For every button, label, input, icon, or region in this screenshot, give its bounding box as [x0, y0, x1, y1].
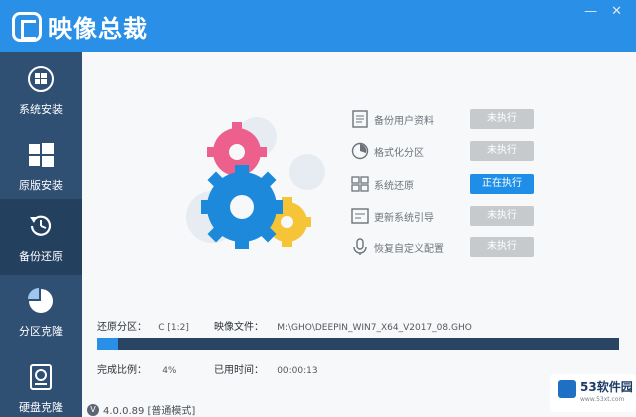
window-controls: — ✕ — [584, 4, 622, 19]
main-panel: 备份用户资料 未执行 格式化分区 未执行 系统还原 正在执行 更新系统引导 未执… — [82, 52, 636, 417]
sidebar-item-label: 原版安装 — [19, 179, 63, 192]
completion-ratio-label: 完成比例： — [97, 365, 147, 376]
task-label: 系统还原 — [374, 181, 414, 192]
app-logo: 映像总裁 — [12, 9, 148, 44]
image-file: 映像文件： M:\GHO\DEEPIN_WIN7_X64_V2017_08.GH… — [214, 318, 472, 333]
document-icon — [352, 110, 368, 128]
gears-illustration-icon — [186, 117, 325, 249]
sidebar-item-label: 备份还原 — [19, 250, 63, 263]
windows-grid-icon — [351, 176, 369, 192]
task-label: 备份用户资料 — [374, 116, 434, 127]
sidebar-item-partition-clone[interactable]: 分区克隆 — [0, 274, 82, 350]
image-file-label: 映像文件： — [214, 322, 264, 333]
app-logo-icon — [12, 11, 42, 42]
watermark-logo-icon — [558, 380, 576, 398]
image-file-value: M:\GHO\DEEPIN_WIN7_X64_V2017_08.GHO — [277, 323, 472, 333]
sidebar-item-label: 系统安装 — [19, 103, 63, 116]
boot-update-icon — [351, 208, 369, 224]
task-status-badge: 未执行 — [470, 237, 534, 257]
backup-restore-icon — [30, 215, 52, 236]
sidebar-item-system-install[interactable]: 系统安装 — [0, 52, 82, 128]
app-title: 映像总裁 — [48, 15, 148, 43]
restore-partition-value: C [1:2] — [158, 323, 189, 333]
restore-partition: 还原分区： C [1:2] — [97, 318, 189, 333]
sidebar-item-original-install[interactable]: 原版安装 — [0, 128, 82, 204]
format-disc-icon — [351, 142, 369, 160]
sidebar-item-label: 分区克隆 — [19, 325, 63, 338]
disk-clone-icon — [30, 364, 52, 390]
version-info: V 4.0.0.89 [普通模式] — [87, 402, 195, 417]
completion-ratio: 完成比例： 4% — [97, 361, 176, 376]
restore-partition-label: 还原分区： — [97, 322, 147, 333]
elapsed-time-value: 00:00:13 — [277, 366, 318, 376]
config-icon — [353, 238, 367, 255]
version-badge-icon: V — [87, 403, 99, 416]
pie-chart-icon — [28, 288, 53, 313]
completion-ratio-value: 4% — [162, 366, 177, 376]
elapsed-time: 已用时间： 00:00:13 — [214, 361, 318, 376]
task-label: 更新系统引导 — [374, 213, 434, 224]
task-status-badge: 未执行 — [470, 109, 534, 129]
elapsed-time-label: 已用时间： — [214, 365, 264, 376]
windows-logo-icon — [29, 143, 54, 167]
task-status-badge: 未执行 — [470, 206, 534, 226]
watermark: 53软件园 www.53xt.com — [550, 374, 636, 412]
task-status-badge: 未执行 — [470, 141, 534, 161]
title-bar: 映像总裁 — ✕ — [0, 0, 636, 52]
minimize-button[interactable]: — — [584, 4, 597, 19]
watermark-url: www.53xt.com — [580, 396, 625, 403]
sidebar: 系统安装 原版安装 备份还原 分区克隆 硬盘克隆 — [0, 52, 82, 417]
sidebar-item-label: 硬盘克隆 — [19, 401, 63, 414]
close-button[interactable]: ✕ — [611, 4, 622, 19]
windows-disc-icon — [28, 66, 54, 92]
task-status-running-badge: 正在执行 — [470, 174, 534, 194]
task-label: 格式化分区 — [374, 148, 424, 159]
sidebar-item-disk-clone[interactable]: 硬盘克隆 — [0, 350, 82, 417]
task-label: 恢复自定义配置 — [374, 244, 444, 255]
progress-fill — [97, 338, 118, 350]
version-text: 4.0.0.89 [普通模式] — [103, 406, 196, 417]
progress-bar — [97, 338, 619, 350]
sidebar-item-backup-restore[interactable]: 备份还原 — [0, 199, 82, 275]
watermark-text: 53软件园 — [580, 380, 633, 394]
